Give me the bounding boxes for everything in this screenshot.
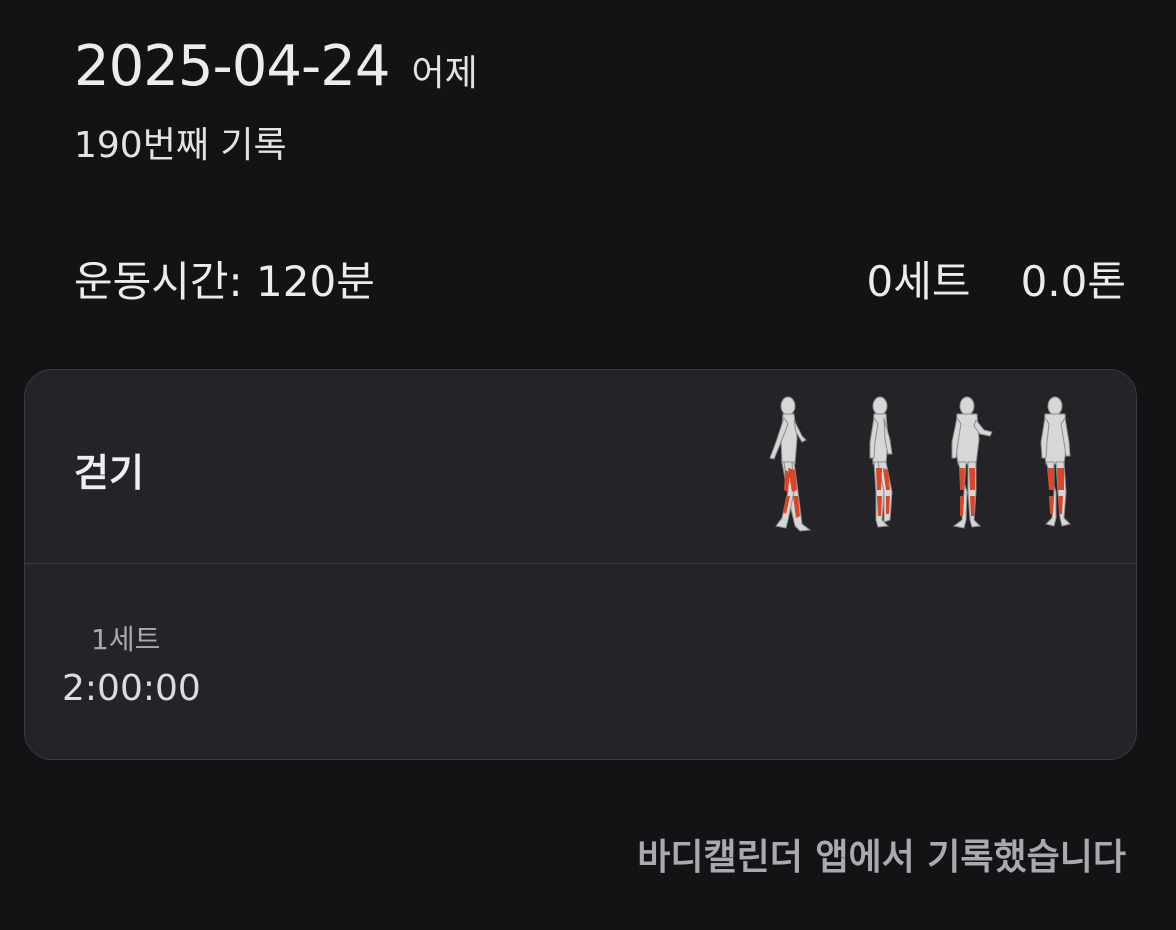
relative-day: 어제 bbox=[411, 53, 478, 94]
total-sets: 0세트 bbox=[866, 257, 971, 306]
exercise-name: 걷기 bbox=[74, 451, 144, 495]
walking-figure-front-icon bbox=[951, 396, 993, 529]
workout-stats: 운동시간: 120분 0세트 0.0톤 bbox=[74, 248, 1126, 309]
exercise-card[interactable]: 걷기 1세트 2:00:00 bbox=[24, 369, 1137, 760]
set-time: 2:00:00 bbox=[62, 668, 201, 709]
walking-figure-side-left-icon bbox=[769, 396, 812, 532]
set-label: 1세트 bbox=[91, 623, 161, 656]
walking-figure-back-icon bbox=[1040, 396, 1071, 527]
muscle-diagram bbox=[750, 392, 1096, 538]
exercise-card-header: 걷기 bbox=[25, 370, 1136, 564]
walking-figure-side-right-icon bbox=[869, 396, 893, 528]
date-header: 2025-04-24 어제 bbox=[74, 34, 478, 99]
source-note: 바디캘린더 앱에서 기록했습니다 bbox=[637, 837, 1126, 878]
workout-summary: 0세트 0.0톤 bbox=[867, 248, 1126, 309]
workout-duration: 운동시간: 120분 bbox=[74, 257, 375, 306]
total-volume: 0.0톤 bbox=[1020, 257, 1126, 306]
record-date: 2025-04-24 bbox=[74, 34, 390, 99]
record-count: 190번째 기록 bbox=[74, 125, 287, 166]
